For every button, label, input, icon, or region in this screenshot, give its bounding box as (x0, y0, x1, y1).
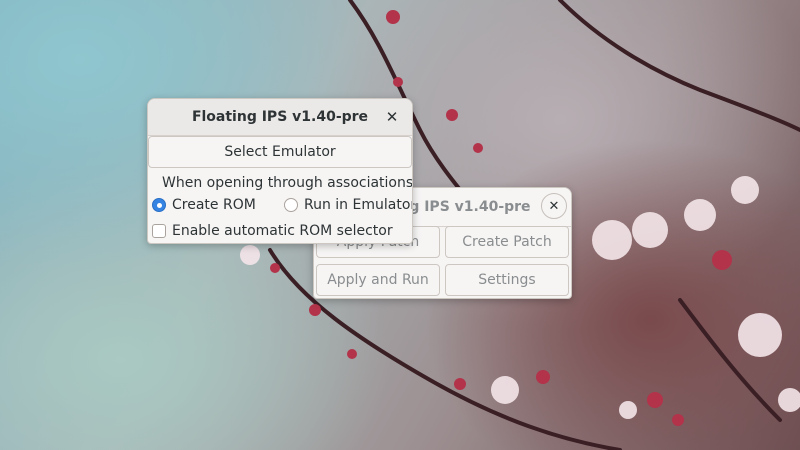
run-in-emulator-label: Run in Emulator (304, 197, 413, 213)
settings-dialog-titlebar[interactable]: Floating IPS v1.40-pre ✕ (148, 99, 412, 136)
create-patch-button[interactable]: Create Patch (445, 226, 569, 258)
settings-dialog-title: Floating IPS v1.40-pre (191, 109, 369, 125)
associations-label: When opening through associations: (162, 175, 413, 191)
apply-and-run-button[interactable]: Apply and Run (316, 264, 440, 296)
auto-rom-selector-checkbox[interactable]: Enable automatic ROM selector (152, 223, 393, 239)
close-icon[interactable]: ✕ (382, 107, 402, 127)
close-icon[interactable]: ✕ (541, 193, 567, 219)
create-rom-label: Create ROM (172, 197, 256, 213)
checkbox-icon[interactable] (152, 224, 166, 238)
radio-unselected-icon[interactable] (284, 198, 298, 212)
settings-dialog: Floating IPS v1.40-pre ✕ Select Emulator… (147, 98, 413, 244)
run-in-emulator-radio[interactable]: Run in Emulator (284, 197, 413, 213)
radio-selected-icon[interactable] (152, 198, 166, 212)
create-rom-radio[interactable]: Create ROM (152, 197, 256, 213)
select-emulator-button[interactable]: Select Emulator (148, 136, 412, 168)
auto-rom-selector-label: Enable automatic ROM selector (172, 223, 393, 239)
settings-button[interactable]: Settings (445, 264, 569, 296)
